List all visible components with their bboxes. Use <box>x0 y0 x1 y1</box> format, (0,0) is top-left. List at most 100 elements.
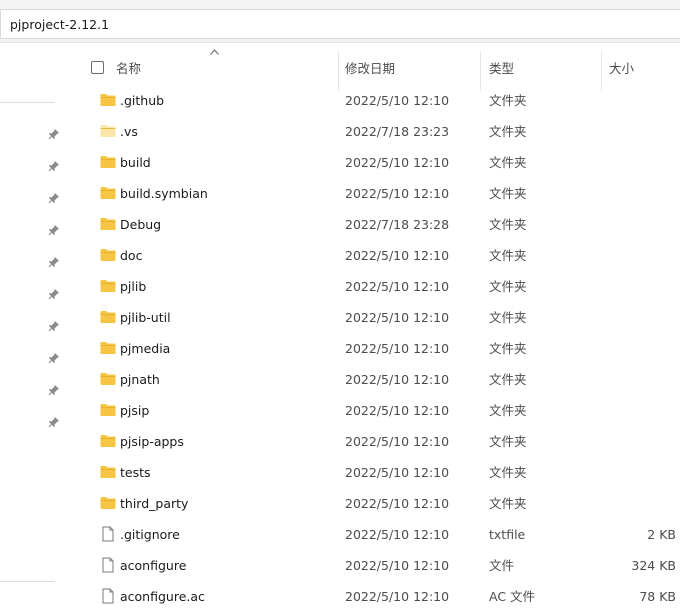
file-name: pjsip-apps <box>120 434 184 449</box>
file-row[interactable]: pjnath 2022/5/10 12:10 文件夹 <box>80 364 680 395</box>
file-type: 文件夹 <box>489 186 527 201</box>
modified-date: 2022/5/10 12:10 <box>345 248 450 263</box>
modified-date: 2022/5/10 12:10 <box>345 186 450 201</box>
pin-icon[interactable] <box>48 416 60 428</box>
file-type: AC 文件 <box>489 589 536 604</box>
folder-icon <box>100 402 116 418</box>
folder-icon <box>100 278 116 294</box>
file-type: 文件夹 <box>489 403 527 418</box>
folder-icon <box>100 185 116 201</box>
nav-divider <box>0 102 55 103</box>
file-name: .vs <box>120 124 138 139</box>
modified-date: 2022/5/10 12:10 <box>345 496 450 511</box>
file-type: 文件夹 <box>489 465 527 480</box>
modified-date: 2022/5/10 12:10 <box>345 527 450 542</box>
select-all-checkbox[interactable] <box>91 61 104 74</box>
modified-date: 2022/5/10 12:10 <box>345 558 450 573</box>
file-size: 78 KB <box>639 589 676 604</box>
file-name: third_party <box>120 496 189 511</box>
file-name: build.symbian <box>120 186 208 201</box>
file-name: Debug <box>120 217 162 232</box>
file-type: 文件夹 <box>489 279 527 294</box>
file-name: .github <box>120 93 165 108</box>
file-row[interactable]: pjlib 2022/5/10 12:10 文件夹 <box>80 271 680 302</box>
modified-date: 2022/5/10 12:10 <box>345 279 450 294</box>
sort-ascending-icon <box>210 49 219 55</box>
pin-icon[interactable] <box>48 128 60 140</box>
file-name: aconfigure <box>120 558 187 573</box>
modified-date: 2022/7/18 23:28 <box>345 217 450 232</box>
file-name: pjnath <box>120 372 160 387</box>
file-name: pjmedia <box>120 341 171 356</box>
folder-icon <box>100 247 116 263</box>
file-name: build <box>120 155 151 170</box>
file-type: 文件夹 <box>489 217 527 232</box>
modified-date: 2022/5/10 12:10 <box>345 403 450 418</box>
file-row[interactable]: build.symbian 2022/5/10 12:10 文件夹 <box>80 178 680 209</box>
modified-date: 2022/5/10 12:10 <box>345 372 450 387</box>
file-icon <box>100 557 116 573</box>
column-size[interactable]: 大小 <box>609 43 634 91</box>
folder-icon <box>100 92 116 108</box>
file-row[interactable]: pjmedia 2022/5/10 12:10 文件夹 <box>80 333 680 364</box>
file-name: doc <box>120 248 143 263</box>
modified-date: 2022/5/10 12:10 <box>345 310 450 325</box>
file-type: 文件夹 <box>489 93 527 108</box>
address-bar[interactable]: pjproject-2.12.1 <box>0 9 680 39</box>
file-name: pjlib <box>120 279 147 294</box>
pin-icon[interactable] <box>48 320 60 332</box>
pin-icon[interactable] <box>48 256 60 268</box>
modified-date: 2022/5/10 12:10 <box>345 341 450 356</box>
file-icon <box>100 588 116 604</box>
folder-icon <box>100 340 116 356</box>
modified-date: 2022/5/10 12:10 <box>345 434 450 449</box>
folder-icon <box>100 464 116 480</box>
file-row[interactable]: doc 2022/5/10 12:10 文件夹 <box>80 240 680 271</box>
navigation-pane <box>0 43 59 605</box>
file-type: 文件夹 <box>489 155 527 170</box>
pin-icon[interactable] <box>48 352 60 364</box>
file-name: aconfigure.ac <box>120 589 205 604</box>
file-type: 文件夹 <box>489 496 527 511</box>
file-row[interactable]: pjsip-apps 2022/5/10 12:10 文件夹 <box>80 426 680 457</box>
column-name[interactable]: 名称 <box>116 43 141 91</box>
folder-icon <box>100 433 116 449</box>
file-row[interactable]: tests 2022/5/10 12:10 文件夹 <box>80 457 680 488</box>
file-icon <box>100 526 116 542</box>
file-row[interactable]: aconfigure 2022/5/10 12:10 文件 324 KB <box>80 550 680 581</box>
modified-date: 2022/7/18 23:23 <box>345 124 450 139</box>
file-row[interactable]: pjlib-util 2022/5/10 12:10 文件夹 <box>80 302 680 333</box>
file-row[interactable]: pjsip 2022/5/10 12:10 文件夹 <box>80 395 680 426</box>
pin-icon[interactable] <box>48 384 60 396</box>
file-name: pjlib-util <box>120 310 171 325</box>
file-row[interactable]: aconfigure.ac 2022/5/10 12:10 AC 文件 78 KB <box>80 581 680 612</box>
pin-icon[interactable] <box>48 224 60 236</box>
file-type: 文件夹 <box>489 248 527 263</box>
modified-date: 2022/5/10 12:10 <box>345 93 450 108</box>
folder-hidden-icon <box>100 123 116 139</box>
file-row[interactable]: .vs 2022/7/18 23:23 文件夹 <box>80 116 680 147</box>
file-row[interactable]: .github 2022/5/10 12:10 文件夹 <box>80 85 680 116</box>
pin-icon[interactable] <box>48 192 60 204</box>
address-path: pjproject-2.12.1 <box>10 16 110 32</box>
file-row[interactable]: build 2022/5/10 12:10 文件夹 <box>80 147 680 178</box>
folder-icon <box>100 309 116 325</box>
file-type: 文件夹 <box>489 124 527 139</box>
nav-divider <box>0 581 55 582</box>
file-type: 文件夹 <box>489 434 527 449</box>
folder-icon <box>100 495 116 511</box>
file-row[interactable]: third_party 2022/5/10 12:10 文件夹 <box>80 488 680 519</box>
folder-icon <box>100 154 116 170</box>
column-header: 名称 修改日期 类型 大小 <box>80 43 680 91</box>
column-date[interactable]: 修改日期 <box>345 43 395 91</box>
pin-icon[interactable] <box>48 160 60 172</box>
file-type: 文件 <box>489 558 515 573</box>
pin-icon[interactable] <box>48 288 60 300</box>
file-row[interactable]: Debug 2022/7/18 23:28 文件夹 <box>80 209 680 240</box>
folder-icon <box>100 371 116 387</box>
column-type[interactable]: 类型 <box>489 43 514 91</box>
file-name: tests <box>120 465 151 480</box>
file-name: .gitignore <box>120 527 180 542</box>
modified-date: 2022/5/10 12:10 <box>345 589 450 604</box>
file-row[interactable]: .gitignore 2022/5/10 12:10 txtfile 2 KB <box>80 519 680 550</box>
